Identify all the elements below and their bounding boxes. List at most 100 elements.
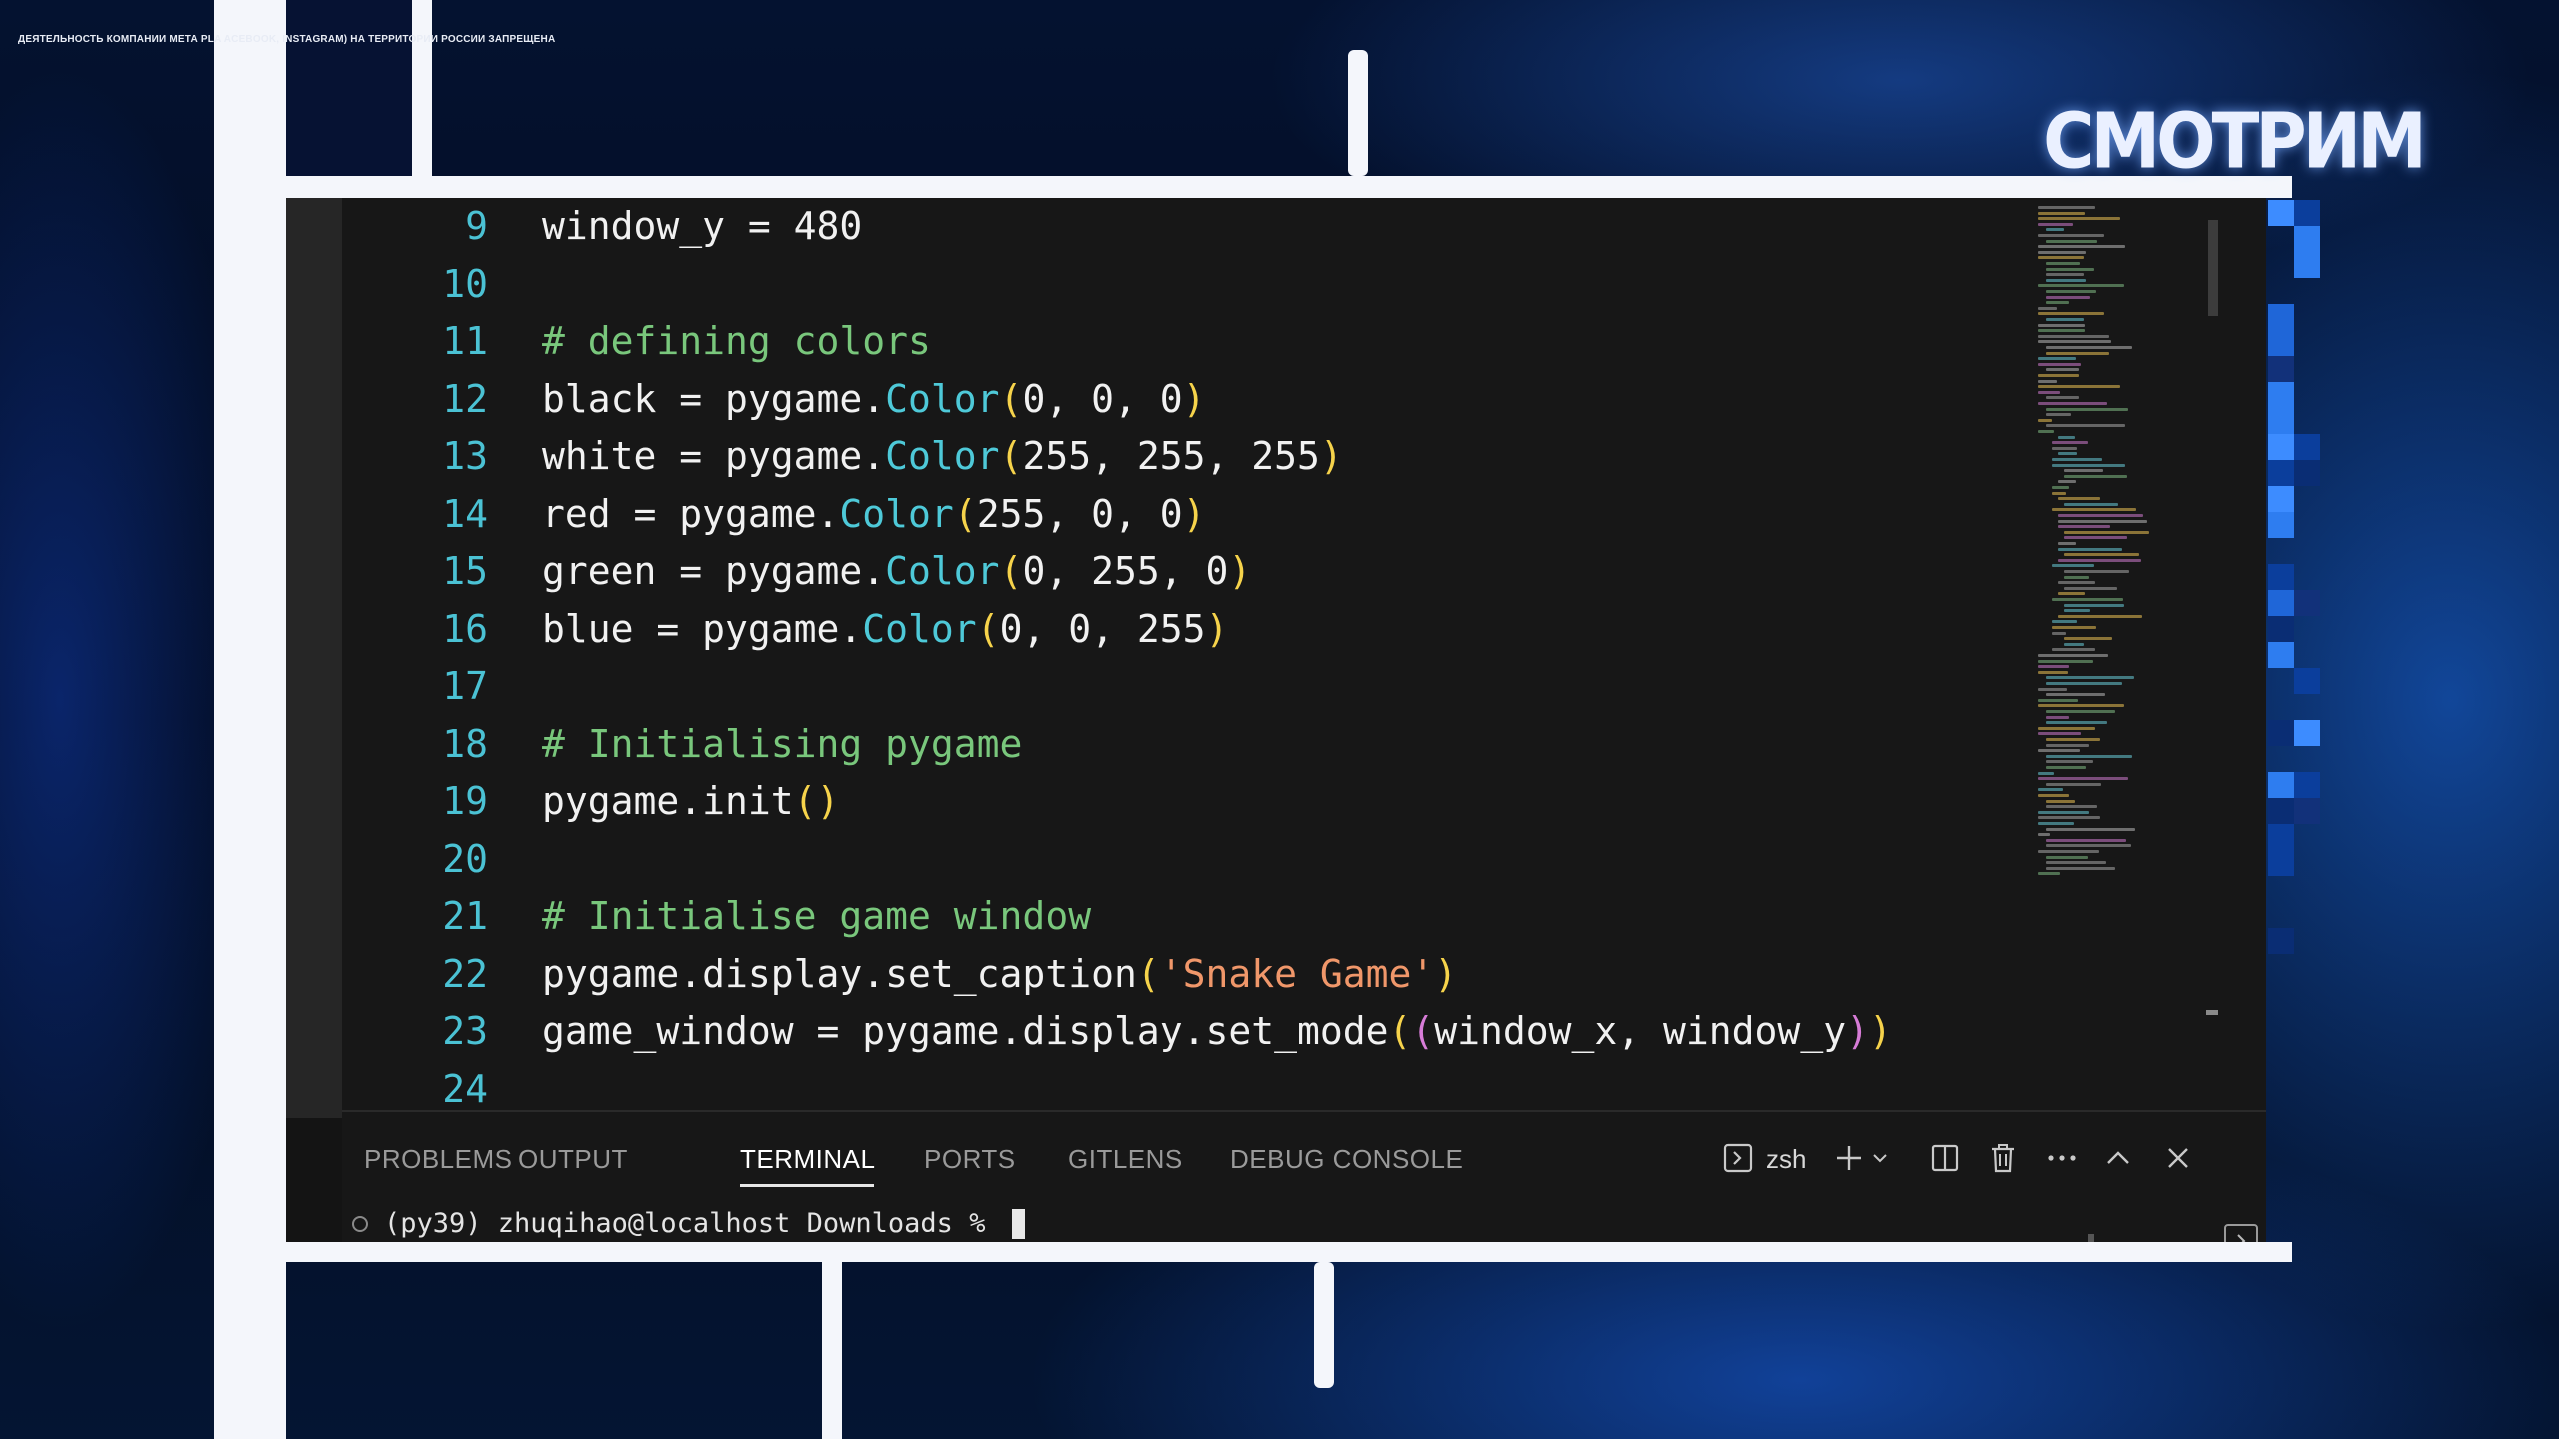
minimap-line <box>2046 782 2102 786</box>
trash-icon[interactable] <box>1986 1138 2020 1178</box>
code-line[interactable]: 21 # Initialise game window <box>342 888 2242 944</box>
minimap-line <box>2058 558 2141 562</box>
scrollbar-marker <box>2206 1010 2218 1015</box>
minimap[interactable] <box>2038 198 2198 898</box>
pixel-block <box>2268 798 2294 824</box>
terminal-scroll-indicator <box>2088 1234 2094 1242</box>
code-token: black = pygame. <box>542 376 886 421</box>
pixel-block <box>2294 590 2320 616</box>
add-terminal-icon[interactable] <box>1832 1138 1866 1178</box>
terminal-launch-icon[interactable] <box>2224 1224 2258 1242</box>
minimap-line <box>2058 542 2077 545</box>
code-token: ) <box>1205 606 1229 651</box>
line-source: red = pygame.Color(255, 0, 0) <box>542 492 1206 536</box>
minimap-line <box>2038 872 2060 876</box>
code-line[interactable]: 16 blue = pygame.Color(0, 0, 255) <box>342 601 2242 657</box>
code-token: ) <box>1228 549 1252 593</box>
minimap-line <box>2038 234 2104 237</box>
minimap-line <box>2052 486 2070 489</box>
code-line[interactable]: 15 green = pygame.Color(0, 255, 0) <box>342 543 2242 599</box>
line-number: 13 <box>442 434 488 478</box>
minimap-line <box>2046 743 2089 747</box>
terminal-line[interactable]: (py39) zhuqihao@localhost Downloads % <box>352 1208 1025 1239</box>
frame-bar-top-stub-2 <box>1348 50 1368 176</box>
code-line[interactable]: 9 window_y = 480 <box>342 198 2242 254</box>
code-line[interactable]: 18 # Initialising pygame <box>342 716 2242 772</box>
code-token: Color <box>885 549 1000 593</box>
minimap-line <box>2052 491 2067 495</box>
code-line[interactable]: 11 # defining colors <box>342 313 2242 369</box>
minimap-line <box>2046 844 2132 848</box>
code-line[interactable]: 23 game_window = pygame.display.set_mode(… <box>342 1003 2242 1059</box>
minimap-line <box>2046 866 2115 870</box>
terminal-icon[interactable] <box>1720 1138 1756 1178</box>
minimap-line <box>2046 413 2072 417</box>
more-icon[interactable] <box>2044 1138 2080 1178</box>
tab-debug-console[interactable]: DEBUG CONSOLE <box>1230 1144 1463 1175</box>
minimap-line <box>2046 228 2065 232</box>
code-token: pygame.init <box>542 779 794 823</box>
tab-terminal[interactable]: TERMINAL <box>740 1144 875 1175</box>
minimap-line <box>2046 715 2069 719</box>
minimap-line <box>2046 295 2091 299</box>
minimap-line <box>2064 469 2104 473</box>
frame-bar-top-stub <box>412 0 432 176</box>
code-line[interactable]: 14 red = pygame.Color(255, 0, 0) <box>342 486 2242 542</box>
code-line[interactable]: 17 <box>342 658 2242 714</box>
code-line[interactable]: 20 <box>342 831 2242 887</box>
shell-name[interactable]: zsh <box>1766 1144 1806 1175</box>
code-token: # Initialising pygame <box>542 721 1023 766</box>
line-source: window_y = 480 <box>542 204 862 248</box>
close-icon[interactable] <box>2162 1138 2194 1178</box>
line-source: game_window = pygame.display.set_mode((w… <box>542 1009 1892 1053</box>
pixel-block <box>2268 642 2294 668</box>
minimap-line <box>2038 771 2055 775</box>
split-icon[interactable] <box>1928 1138 1962 1178</box>
chevron-up-icon[interactable] <box>2102 1138 2134 1178</box>
tab-gitlens[interactable]: GITLENS <box>1068 1144 1183 1175</box>
code-line[interactable]: 19 pygame.init() <box>342 773 2242 829</box>
code-line[interactable]: 12 black = pygame.Color(0, 0, 0) <box>342 371 2242 427</box>
frame-bar-bottom-stub-2 <box>1314 1262 1334 1388</box>
minimap-line <box>2064 474 2128 478</box>
code-token: Color <box>862 606 977 651</box>
pixel-block <box>2268 200 2294 226</box>
code-line[interactable]: 10 <box>342 256 2242 312</box>
pixel-block <box>2294 434 2320 460</box>
chevron-down-icon[interactable] <box>1870 1138 1890 1178</box>
line-source: green = pygame.Color(0, 255, 0) <box>542 549 1251 593</box>
pixel-block <box>2268 590 2294 616</box>
minimap-line <box>2038 284 2125 288</box>
line-number: 11 <box>442 319 488 363</box>
minimap-line <box>2052 598 2124 601</box>
code-token: 255, 0, 0 <box>976 491 1183 536</box>
line-number: 10 <box>442 261 488 306</box>
minimap-line <box>2058 581 2096 585</box>
pixel-block <box>2294 798 2320 824</box>
code-token: blue = pygame. <box>542 606 863 651</box>
code-area[interactable]: 9 window_y = 480 10 11 # defining colors 12 bl… <box>342 198 2266 1111</box>
tab-output[interactable]: OUTPUT <box>518 1144 628 1175</box>
minimap-line <box>2038 777 2129 781</box>
code-line[interactable]: 24 <box>342 1061 2242 1117</box>
minimap-line <box>2058 519 2148 523</box>
tab-ports[interactable]: PORTS <box>924 1144 1016 1175</box>
code-token: ) <box>1182 376 1206 421</box>
tab-problems[interactable]: PROBLEMS <box>364 1144 513 1175</box>
active-tab-indicator <box>740 1184 874 1187</box>
code-line[interactable]: 13 white = pygame.Color(255, 255, 255) <box>342 428 2242 484</box>
line-number: 22 <box>442 951 488 996</box>
code-line[interactable]: 22 pygame.display.set_caption('Snake Game… <box>342 946 2242 1002</box>
minimap-line <box>2046 754 2132 758</box>
line-source: # Initialise game window <box>542 894 1091 938</box>
minimap-line <box>2038 385 2120 389</box>
editor-gutter-strip <box>286 198 342 1118</box>
frame-bar-left <box>214 0 286 1439</box>
minimap-line <box>2046 267 2094 271</box>
minimap-line <box>2052 648 2096 652</box>
minimap-line <box>2038 340 2112 344</box>
minimap-line <box>2038 788 2063 792</box>
editor-scrollbar[interactable] <box>2208 220 2218 316</box>
minimap-line <box>2058 514 2143 517</box>
minimap-line <box>2046 424 2126 428</box>
